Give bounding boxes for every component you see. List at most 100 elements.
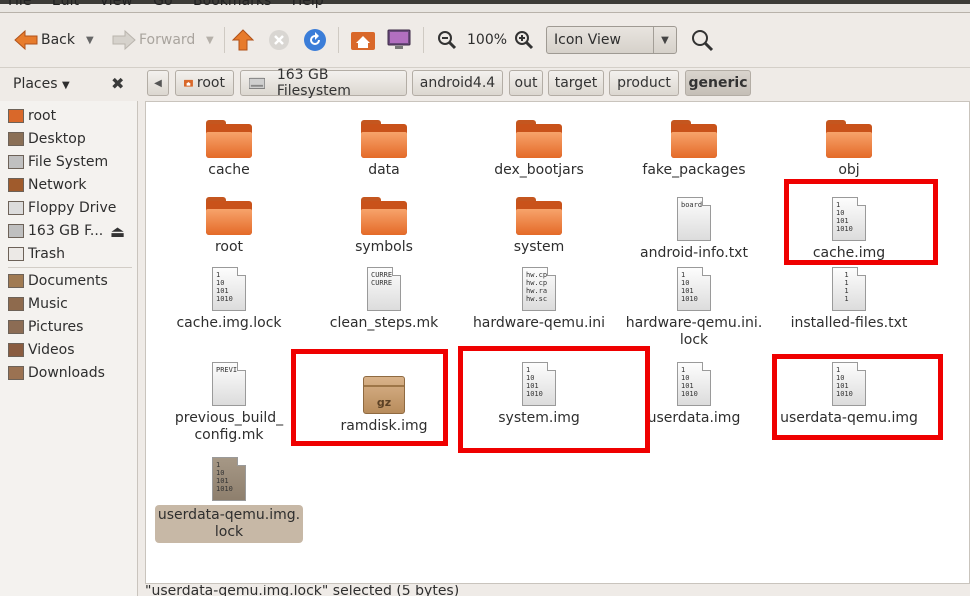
file-item[interactable]: system	[464, 197, 614, 256]
sidebar-item-trash[interactable]: Trash	[8, 244, 65, 264]
file-preview-text: 1 10 101 1010	[216, 461, 233, 493]
file-item[interactable]: CURRE CURRE clean_steps.mk	[309, 267, 459, 332]
menu-file[interactable]: File	[8, 0, 31, 9]
home-button[interactable]	[350, 27, 376, 53]
harddisk-icon	[8, 224, 24, 238]
reload-button[interactable]	[303, 27, 327, 53]
menubar: File Edit View Go Bookmarks Help	[0, 0, 970, 13]
file-view[interactable]: cache data dex_bootjars fake_packages obj roo…	[145, 101, 970, 584]
binary-file-icon: 1 10 101 1010	[677, 267, 711, 311]
places-dropdown[interactable]: Places ▼	[13, 76, 70, 92]
back-button[interactable]: Back	[13, 27, 75, 53]
places-sidebar: root Desktop File System Network Floppy Driv…	[0, 101, 138, 596]
menu-edit[interactable]: Edit	[52, 0, 79, 9]
file-name: symbols	[355, 239, 413, 255]
file-item[interactable]: PREVI previous_build_ config.mk	[154, 362, 304, 444]
crumb-root[interactable]: root	[175, 70, 234, 96]
sidebar-item-163-gb-f[interactable]: 163 GB F... ⏏	[8, 221, 125, 241]
up-arrow-icon	[232, 29, 254, 51]
file-item[interactable]: 1 10 101 1010 userdata-qemu.img. lock	[154, 457, 304, 543]
forward-arrow-icon	[112, 29, 136, 51]
crumb-android44[interactable]: android4.4	[412, 70, 503, 96]
sidebar-item-label: Downloads	[28, 365, 105, 381]
menu-view[interactable]: View	[99, 0, 132, 9]
sidebar-item-music[interactable]: Music	[8, 294, 68, 314]
sidebar-item-root[interactable]: root	[8, 106, 56, 126]
sidebar-item-documents[interactable]: Documents	[8, 271, 108, 291]
file-name: fake_packages	[642, 162, 746, 178]
view-mode-value: Icon View	[554, 32, 621, 48]
file-name: previous_build_ config.mk	[174, 410, 284, 443]
file-preview-text: hw.cp hw.cp hw.ra hw.sc	[526, 271, 548, 303]
highlight-box	[291, 349, 448, 446]
crumb-out[interactable]: out	[509, 70, 543, 96]
forward-label: Forward	[139, 32, 196, 48]
search-button[interactable]	[690, 27, 714, 53]
search-icon	[692, 30, 714, 52]
zoom-out-button[interactable]	[437, 27, 457, 53]
text-file-icon: board	[677, 197, 711, 241]
folder-icon	[206, 197, 252, 235]
file-item[interactable]: root	[154, 197, 304, 256]
folder-icon	[671, 120, 717, 158]
file-name: system	[513, 239, 565, 255]
back-history-button[interactable]: ▼	[86, 27, 94, 53]
computer-button[interactable]	[387, 27, 411, 53]
pathbar-scroll-left[interactable]: ◀	[147, 70, 169, 96]
view-mode-select[interactable]: Icon View ▼	[546, 26, 677, 54]
file-item[interactable]: 1 10 101 1010 hardware-qemu.ini. lock	[619, 267, 769, 349]
sidebar-item-videos[interactable]: Videos	[8, 340, 75, 360]
forward-button[interactable]: Forward	[111, 27, 195, 53]
downloads-icon	[8, 366, 24, 380]
file-item[interactable]: board android-info.txt	[619, 197, 769, 262]
file-preview-text: 1 10 101 1010	[681, 366, 698, 398]
file-item[interactable]: data	[309, 120, 459, 179]
eject-icon[interactable]: ⏏	[110, 222, 125, 241]
file-preview-text: 1 10 101 1010	[526, 366, 543, 398]
folder-icon	[361, 197, 407, 235]
sidebar-item-network[interactable]: Network	[8, 175, 86, 195]
file-item[interactable]: 1 10 101 1010 cache.img.lock	[154, 267, 304, 332]
zoom-in-button[interactable]	[514, 27, 534, 53]
file-name: clean_steps.mk	[329, 315, 439, 331]
text-file-icon: 1 1 1 1	[832, 267, 866, 311]
sidebar-item-file-system[interactable]: File System	[8, 152, 108, 172]
sidebar-item-label: root	[28, 108, 57, 124]
file-item[interactable]: 1 1 1 1 installed-files.txt	[774, 267, 924, 332]
folder-icon	[826, 120, 872, 158]
binary-file-icon: 1 10 101 1010	[212, 267, 246, 311]
stop-button[interactable]	[268, 27, 290, 53]
sidebar-item-desktop[interactable]: Desktop	[8, 129, 86, 149]
close-sidebar-icon[interactable]: ✖	[111, 74, 124, 93]
file-item[interactable]: obj	[774, 120, 924, 179]
crumb-target[interactable]: target	[548, 70, 604, 96]
file-name: userdata-qemu.img. lock	[154, 505, 304, 543]
menu-go[interactable]: Go	[153, 0, 172, 9]
sidebar-item-floppy-drive[interactable]: Floppy Drive	[8, 198, 116, 218]
crumb-filesystem[interactable]: 163 GB Filesystem	[240, 67, 407, 99]
binary-file-icon: 1 10 101 1010	[212, 457, 246, 501]
forward-history-button[interactable]: ▼	[206, 27, 214, 53]
folder-icon	[516, 120, 562, 158]
sidebar-item-pictures[interactable]: Pictures	[8, 317, 83, 337]
up-button[interactable]	[232, 27, 254, 53]
crumb-generic[interactable]: generic	[685, 70, 751, 96]
menu-bookmarks[interactable]: Bookmarks	[193, 0, 271, 9]
text-file-icon: PREVI	[212, 362, 246, 406]
file-item[interactable]: dex_bootjars	[464, 120, 614, 179]
back-label: Back	[41, 32, 75, 48]
file-preview-text: 1 10 101 1010	[836, 201, 853, 233]
file-item[interactable]: hw.cp hw.cp hw.ra hw.sc hardware-qemu.ini	[464, 267, 614, 332]
file-name: hardware-qemu.ini	[472, 315, 606, 331]
crumb-product[interactable]: product	[609, 70, 679, 96]
file-item[interactable]: symbols	[309, 197, 459, 256]
file-item[interactable]: cache	[154, 120, 304, 179]
zoom-in-icon	[515, 31, 534, 50]
sidebar-item-downloads[interactable]: Downloads	[8, 363, 105, 383]
chevron-down-icon: ▼	[86, 34, 94, 46]
menu-help[interactable]: Help	[292, 0, 324, 9]
file-item[interactable]: fake_packages	[619, 120, 769, 179]
sidebar-item-label: Videos	[28, 342, 75, 358]
trash-icon	[8, 247, 24, 261]
zoom-level[interactable]: 100%	[467, 27, 507, 53]
